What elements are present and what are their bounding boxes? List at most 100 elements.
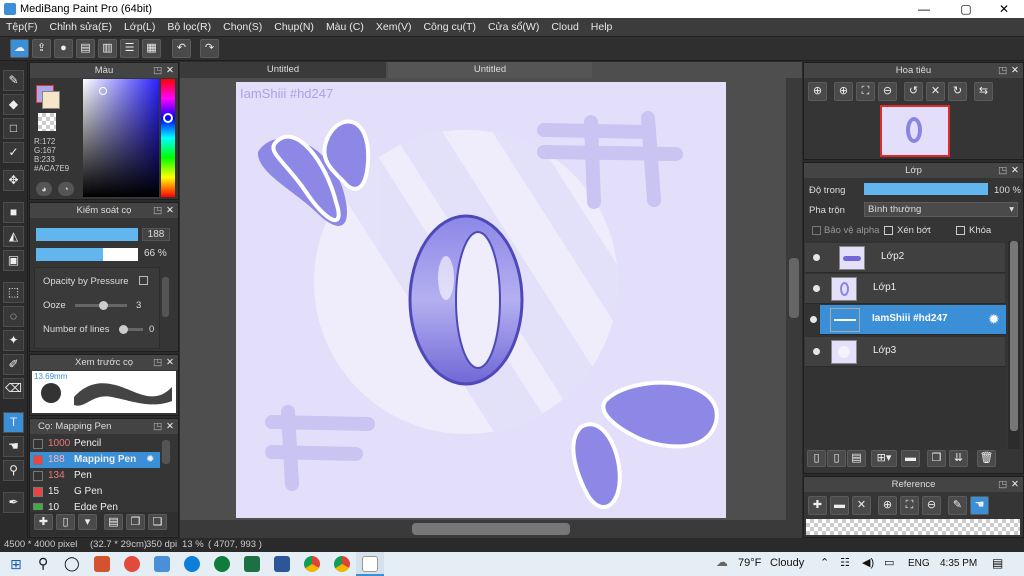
navigator-thumbnail[interactable] [880,105,950,157]
lasso-icon[interactable]: ◌ [3,306,24,327]
layer-opacity-slider[interactable] [864,183,988,195]
menu-help[interactable]: Help [585,18,619,37]
gear-icon[interactable]: ✹ [146,452,154,468]
palette-icon[interactable]: ◕ [36,182,52,196]
eye-icon[interactable] [813,285,820,292]
reference-zoom-out-icon[interactable]: ⊖ [922,496,941,515]
size-slider[interactable] [36,228,138,241]
reset-rotation-icon[interactable]: ✕ [926,82,945,101]
palette-alt-icon[interactable]: ◔ [58,182,74,196]
merge-icon[interactable]: ⇊ [949,450,968,467]
layer-row-lop3[interactable]: Lớp3 [805,337,1005,367]
close-icon[interactable]: ✕ [166,355,174,370]
select-rect-icon[interactable]: ⬚ [3,282,24,303]
menu-window[interactable]: Cửa sổ(W) [482,18,545,37]
menu-edit[interactable]: Chỉnh sửa(E) [44,18,118,37]
bucket-tool-icon[interactable]: ◭ [3,226,24,247]
layer-file-icon[interactable]: ▤ [847,450,866,467]
zoom-out-icon[interactable]: ⊖ [878,82,897,101]
windows-start-icon[interactable]: ⊞ [10,556,22,573]
volume-icon[interactable]: ◀) [862,556,874,569]
drawing-canvas[interactable]: IamShiii #hd247 [236,82,726,518]
new-layer-icon[interactable]: ▯ [807,450,826,467]
secondary-color-swatch[interactable] [42,91,60,109]
zoom-in-icon[interactable]: ⊕ [808,82,827,101]
duplicate-icon[interactable]: ❐ [927,450,946,467]
reference-fit-icon[interactable]: ⛶ [900,496,919,515]
brush-list-scrollbar[interactable] [162,440,170,464]
pen-tool-icon[interactable]: ✒ [3,492,24,513]
chrome-alt-icon[interactable] [334,556,350,572]
clipping-checkbox[interactable] [884,226,893,235]
protect-alpha-checkbox[interactable] [812,226,821,235]
hand-tool-icon[interactable]: ☚ [3,436,24,457]
move-tool-icon[interactable]: ✥ [3,170,24,191]
battery-icon[interactable]: ▭ [884,556,894,569]
fit-icon[interactable]: ⛶ [856,82,875,101]
fill-rect-tool-icon[interactable]: ■ [3,202,24,223]
vertical-scrollbar[interactable] [789,258,799,318]
options-scrollbar[interactable] [162,277,169,317]
text-tool-icon[interactable]: T [3,412,24,433]
reference-hand-icon[interactable]: ☚ [970,496,989,515]
blend-select[interactable]: Bình thường ▾ [864,202,1018,217]
eraser-tool-icon[interactable]: ◆ [3,94,24,115]
horizontal-scrollbar[interactable] [412,523,570,535]
ooze-slider[interactable] [75,301,127,310]
gear-icon[interactable]: ✹ [988,311,1000,328]
folder-icon[interactable]: ▬ [901,450,920,467]
popout-icon[interactable]: ◳ [998,477,1007,492]
new-layer-alt-icon[interactable]: ▯ [827,450,846,467]
menu-cloud[interactable]: Cloud [545,18,584,37]
document-icon[interactable]: ▥ [98,39,117,58]
brush-copy-icon[interactable]: ❐ [126,514,145,530]
store-icon[interactable] [214,556,230,572]
app-circle-icon[interactable] [124,556,140,572]
menu-color[interactable]: Màu (C) [320,18,370,37]
brush-delete-icon[interactable]: ❏ [148,514,167,530]
menu-view[interactable]: Xem(V) [370,18,418,37]
rectangle-tool-icon[interactable]: □ [3,118,24,139]
close-icon[interactable]: ✕ [166,419,174,434]
menu-layer[interactable]: Lớp(L) [118,18,161,37]
layer-row-watermark[interactable]: IamShiii #hd247 ✹ [810,305,1006,335]
redo-icon[interactable]: ↷ [200,39,219,58]
edge-icon[interactable] [184,556,200,572]
brush-item-g-pen[interactable]: 15 G Pen [30,484,160,500]
close-icon[interactable]: ✕ [166,203,174,218]
list-icon[interactable]: ☰ [120,39,139,58]
menu-file[interactable]: Tệp(F) [0,18,44,37]
lock-checkbox[interactable] [956,226,965,235]
magic-wand-icon[interactable]: ✦ [3,330,24,351]
menu-filter[interactable]: Bộ lọc(R) [161,18,217,37]
brush-item-pen[interactable]: 134 Pen [30,468,160,484]
opacity-slider[interactable] [36,248,138,261]
maximize-button[interactable]: ▢ [946,0,986,18]
popout-icon[interactable]: ◳ [998,163,1007,178]
comment-icon[interactable]: ● [54,39,73,58]
close-icon[interactable]: ✕ [1011,63,1019,78]
select-eraser-icon[interactable]: ⌫ [3,378,24,399]
zoom-in-alt-icon[interactable]: ⊕ [834,82,853,101]
chrome-icon[interactable] [304,556,320,572]
brush-menu-icon[interactable]: ▾ [78,514,97,530]
brush-item-pencil[interactable]: 1000 Pencil [30,436,160,452]
doc-tab-2[interactable]: Untitled [388,62,592,78]
notification-icon[interactable]: ▤ [992,556,1003,570]
layer-add-menu-icon[interactable]: ⊞▾ [871,450,897,467]
tray-chevron-icon[interactable]: ⌃ [820,556,829,569]
popout-icon[interactable]: ◳ [998,63,1007,78]
popout-icon[interactable]: ◳ [153,419,162,434]
new-brush-icon[interactable]: ▯ [56,514,75,530]
weather-temp[interactable]: 79°F [738,557,761,569]
cloud-icon[interactable]: ☁ [10,39,29,58]
layer-row-lop2[interactable]: Lớp2 [805,243,1005,273]
select-pen-icon[interactable]: ✐ [3,354,24,375]
language-indicator[interactable]: ENG [908,558,930,569]
close-icon[interactable]: ✕ [1011,477,1019,492]
hue-slider[interactable] [161,79,175,197]
gradient-tool-icon[interactable]: ▣ [3,250,24,271]
brush-file-icon[interactable]: ▤ [104,514,123,530]
undo-icon[interactable]: ↶ [172,39,191,58]
close-icon[interactable]: ✕ [166,63,174,78]
